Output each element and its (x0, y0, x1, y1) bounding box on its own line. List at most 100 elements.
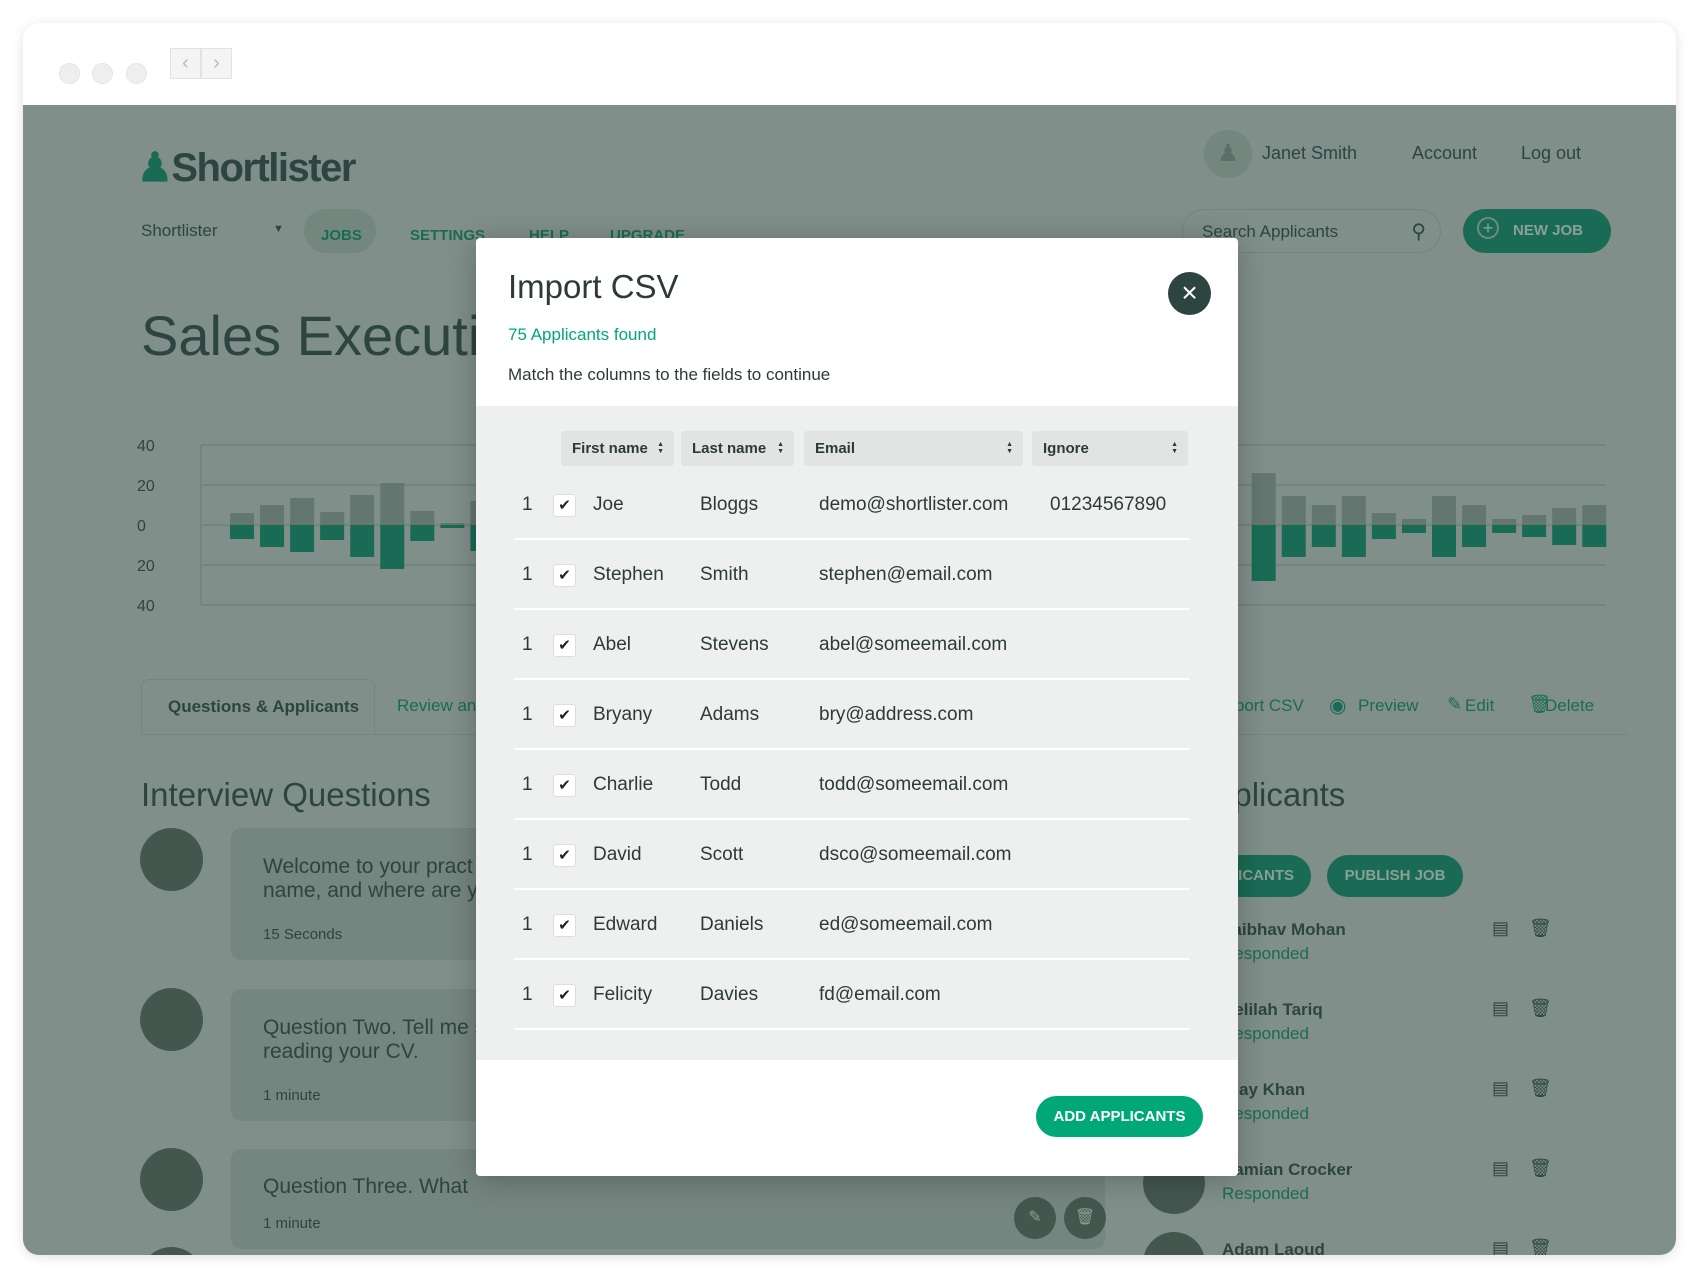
trash-icon[interactable]: 🗑 (1529, 998, 1552, 1019)
y-tick-label: 0 (137, 518, 146, 535)
row-number: 1 (522, 844, 533, 865)
last-name-cell: Stevens (700, 634, 769, 655)
forward-icon[interactable]: › (201, 48, 232, 79)
org-select[interactable]: Shortlister (141, 221, 218, 241)
csv-row: 1 ✔ Charlie Todd todd@someemail.com (514, 750, 1189, 820)
row-checkbox[interactable]: ✔ (553, 704, 576, 727)
chart-bar (410, 525, 435, 541)
document-icon[interactable]: ▤ (1492, 998, 1509, 1019)
nav-jobs[interactable]: JOBS (321, 227, 362, 244)
chart-bar (1311, 525, 1336, 547)
first-name-cell: Charlie (593, 774, 654, 795)
chart-bar (380, 525, 405, 569)
question-text: Question Three. What (263, 1175, 469, 1198)
modal-instructions: Match the columns to the fields to conti… (508, 365, 831, 384)
first-name-cell: David (593, 844, 642, 865)
column-select-email[interactable]: Email ▲ ▼ (804, 431, 1023, 466)
close-icon[interactable]: × (1168, 272, 1211, 315)
email-cell: ed@someemail.com (819, 914, 993, 935)
preview-link[interactable]: Preview (1358, 696, 1418, 716)
trash-icon[interactable]: 🗑 (1529, 1078, 1552, 1099)
back-icon[interactable]: ‹ (170, 48, 201, 79)
document-icon[interactable]: ▤ (1492, 1158, 1509, 1179)
trash-icon[interactable]: 🗑 (1529, 1158, 1552, 1179)
csv-row: 1 ✔ Joe Bloggs demo@shortlister.com 0123… (514, 470, 1189, 540)
applicant-name[interactable]: Vaibhav Mohan (1222, 920, 1346, 940)
edit-icon: ✎ (1447, 694, 1463, 714)
row-checkbox[interactable]: ✔ (553, 564, 576, 587)
modal-title: Import CSV (508, 268, 679, 305)
logo[interactable]: ♟Shortlister (137, 145, 356, 191)
eye-icon: ◉ (1329, 695, 1347, 717)
first-name-cell: Abel (593, 634, 632, 655)
row-checkbox[interactable]: ✔ (553, 984, 576, 1007)
email-cell: demo@shortlister.com (819, 494, 1009, 515)
last-name-cell: Bloggs (700, 494, 759, 515)
account-link[interactable]: Account (1412, 143, 1477, 164)
question-avatar (140, 1148, 203, 1211)
add-applicants-button[interactable]: ADD APPLICANTS (1036, 1096, 1203, 1137)
tab-review[interactable]: Review and (397, 696, 486, 716)
last-name-cell: Smith (700, 564, 749, 585)
row-checkbox[interactable]: ✔ (553, 844, 576, 867)
row-checkbox[interactable]: ✔ (553, 494, 576, 517)
chart-bar (1552, 525, 1577, 545)
row-number: 1 (522, 494, 533, 515)
row-number: 1 (522, 704, 533, 725)
y-tick-label: 40 (137, 438, 155, 455)
edit-link[interactable]: Edit (1465, 696, 1494, 716)
email-cell: fd@email.com (819, 984, 941, 1005)
column-select-last-name[interactable]: Last name ▲ ▼ (681, 431, 794, 466)
csv-row: 1 ✔ Stephen Smith stephen@email.com (514, 540, 1189, 610)
csv-row: 1 ✔ Felicity Davies fd@email.com (514, 960, 1189, 1030)
email-cell: todd@someemail.com (819, 774, 1009, 795)
tab-questions-applicants[interactable]: Questions & Applicants (141, 679, 375, 735)
edit-question-button[interactable]: ✎ (1014, 1197, 1056, 1239)
csv-row: 1 ✔ Abel Stevens abel@someemail.com (514, 610, 1189, 680)
search-icon[interactable]: ⚲ (1411, 219, 1426, 244)
delete-link[interactable]: Delete (1545, 696, 1594, 716)
row-checkbox[interactable]: ✔ (553, 774, 576, 797)
document-icon[interactable]: ▤ (1492, 918, 1509, 939)
nav-settings[interactable]: SETTINGS (410, 227, 485, 244)
maximize-window-dot[interactable] (126, 63, 147, 84)
trash-icon[interactable]: 🗑 (1529, 1238, 1552, 1255)
extra-cell: 01234567890 (1050, 494, 1167, 515)
chevron-down-icon[interactable]: ▼ (273, 223, 284, 235)
question-text: reading your CV. (263, 1040, 419, 1063)
sort-arrows-icon: ▲ ▼ (1171, 441, 1178, 455)
chart-bar (1281, 525, 1306, 557)
applicant-name[interactable]: Damian Crocker (1222, 1160, 1352, 1180)
publish-job-button[interactable]: PUBLISH JOB (1327, 855, 1463, 897)
chart-bar (1341, 496, 1366, 525)
document-icon[interactable]: ▤ (1492, 1238, 1509, 1255)
new-job-button[interactable]: + NEW JOB (1463, 209, 1611, 253)
question-avatar (140, 1247, 203, 1255)
logout-link[interactable]: Log out (1521, 143, 1581, 164)
chart-bar (320, 512, 345, 525)
csv-row: 1 ✔ Bryany Adams bry@address.com (514, 680, 1189, 750)
user-avatar[interactable]: ♟ (1204, 130, 1252, 178)
trash-icon[interactable]: 🗑 (1529, 918, 1552, 939)
row-checkbox[interactable]: ✔ (553, 914, 576, 937)
chart-bar (1582, 505, 1607, 525)
document-icon[interactable]: ▤ (1492, 1078, 1509, 1099)
chart-bar (1341, 525, 1366, 557)
chart-bar (1522, 525, 1547, 537)
column-select-first-name[interactable]: First name ▲ ▼ (561, 431, 674, 466)
chart-bar (1432, 525, 1456, 557)
minimize-window-dot[interactable] (92, 63, 113, 84)
delete-question-button[interactable]: 🗑 (1064, 1197, 1106, 1239)
email-cell: bry@address.com (819, 704, 974, 725)
applicant-name[interactable]: Adam Laoud (1222, 1240, 1325, 1255)
column-select-ignore[interactable]: Ignore ▲ ▼ (1032, 431, 1188, 466)
user-name[interactable]: Janet Smith (1262, 143, 1357, 164)
chart-bar (440, 525, 465, 528)
chart-bar (1251, 473, 1276, 525)
plus-circle-icon: + (1477, 217, 1499, 239)
first-name-cell: Joe (593, 494, 624, 515)
chart-bar (350, 525, 375, 557)
row-checkbox[interactable]: ✔ (553, 634, 576, 657)
email-cell: stephen@email.com (819, 564, 993, 585)
close-window-dot[interactable] (59, 63, 80, 84)
